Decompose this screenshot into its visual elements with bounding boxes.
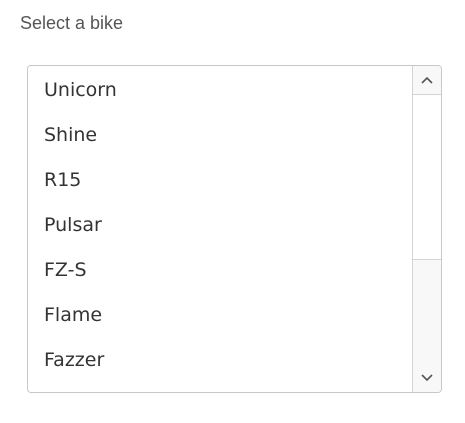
scrollbar-thumb[interactable]: [413, 94, 441, 260]
option-unicorn[interactable]: Unicorn: [28, 68, 414, 113]
vertical-scrollbar[interactable]: [412, 66, 441, 392]
scroll-up-button[interactable]: [413, 66, 441, 94]
option-fazzer[interactable]: Fazzer: [28, 338, 414, 383]
scroll-down-button[interactable]: [413, 364, 441, 392]
option-fz-s[interactable]: FZ-S: [28, 248, 414, 293]
chevron-up-icon: [421, 76, 433, 84]
bike-listbox[interactable]: Unicorn Shine R15 Pulsar FZ-S Flame Fazz…: [27, 65, 442, 393]
option-pulsar[interactable]: Pulsar: [28, 203, 414, 248]
chevron-down-icon: [421, 374, 433, 382]
select-bike-label: Select a bike: [20, 13, 124, 33]
options-list: Unicorn Shine R15 Pulsar FZ-S Flame Fazz…: [28, 66, 414, 392]
option-shine[interactable]: Shine: [28, 113, 414, 158]
option-r15[interactable]: R15: [28, 158, 414, 203]
option-flame[interactable]: Flame: [28, 293, 414, 338]
